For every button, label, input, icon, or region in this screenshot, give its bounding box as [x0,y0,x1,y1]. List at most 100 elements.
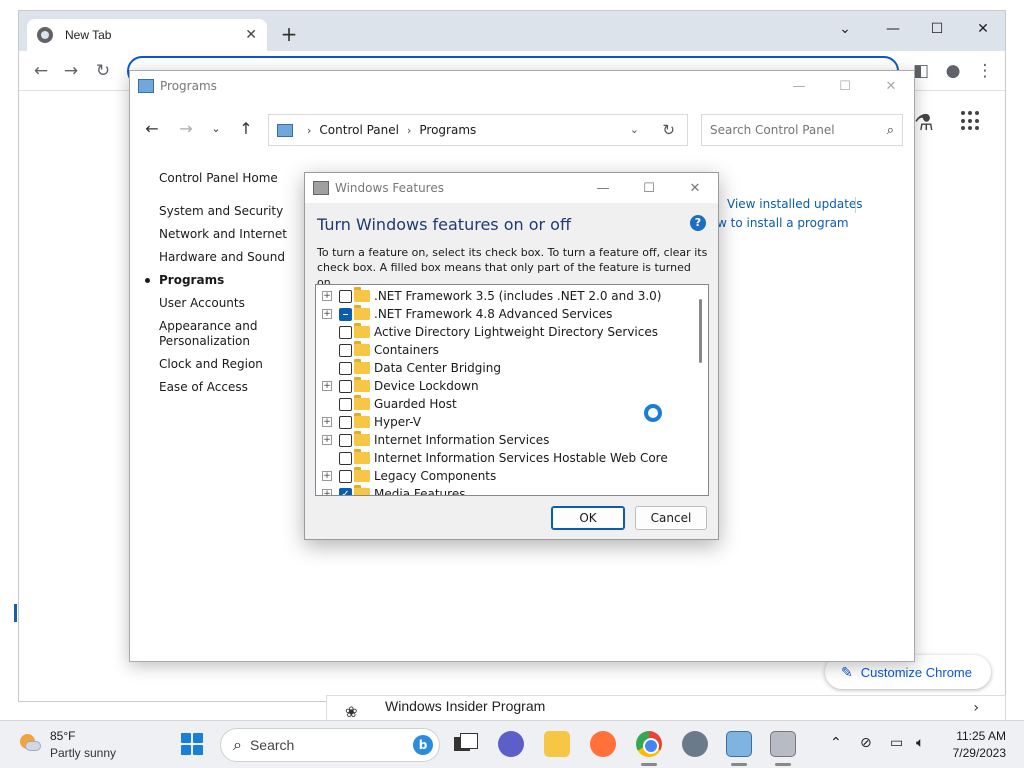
feature-row[interactable]: Guarded Host [316,395,690,413]
feature-checkbox[interactable] [339,451,352,465]
start-button[interactable] [181,733,203,755]
feature-checkbox[interactable] [339,361,352,375]
clock-date[interactable]: 7/29/2023 [946,746,1006,760]
cp-search-input[interactable] [710,123,887,137]
wf-minimize-button[interactable]: — [580,181,626,196]
tree-scrollbar[interactable] [699,299,702,363]
install-program-link[interactable]: w to install a program [717,216,849,230]
taskbar-search-box[interactable]: ⌕ Search b [220,728,440,762]
expand-plus-icon[interactable]: + [322,291,332,301]
sidebar-item-clock-region[interactable]: Clock and Region [159,357,309,372]
chrome-menu-icon[interactable]: ⋮ [973,59,997,83]
network-offline-icon[interactable]: ⊘ [860,735,872,751]
maximize-button[interactable]: ☐ [917,15,957,43]
apps-grid-icon[interactable] [961,111,981,131]
expand-plus-icon[interactable]: + [322,471,332,481]
feature-row[interactable]: Internet Information Services Hostable W… [316,449,690,467]
cp-maximize-button[interactable]: ☐ [822,79,868,94]
expand-plus-icon[interactable]: + [322,489,332,495]
new-tab-button[interactable]: + [277,23,301,47]
cp-minimize-button[interactable]: — [776,79,822,94]
task-view-icon[interactable] [452,731,478,757]
feature-row[interactable]: + Hyper-V [316,413,690,431]
close-window-button[interactable]: ✕ [963,15,1003,43]
feature-row[interactable]: + Internet Information Services [316,431,690,449]
tab-close-icon[interactable]: ✕ [245,27,257,43]
refresh-icon[interactable]: ↻ [662,121,675,139]
features-tree[interactable]: + .NET Framework 3.5 (includes .NET 2.0 a… [315,284,709,496]
sidebar-item-ease-of-access[interactable]: Ease of Access [159,380,309,395]
control-panel-taskbar-icon[interactable] [726,731,752,757]
cp-back-icon[interactable]: ← [142,119,162,138]
sidebar-item-home[interactable]: Control Panel Home [159,171,309,186]
labs-flask-icon[interactable]: ⚗ [914,111,934,136]
expand-plus-icon[interactable]: + [322,435,332,445]
minimize-button[interactable]: — [873,15,913,43]
expand-plus-icon[interactable]: + [322,381,332,391]
partly-sunny-icon[interactable] [18,732,42,756]
wf-close-button[interactable]: ✕ [672,181,718,196]
feature-checkbox[interactable] [339,289,352,303]
cp-forward-icon[interactable]: → [176,119,196,138]
feature-row[interactable]: Containers [316,341,690,359]
chevron-right-icon[interactable]: › [973,700,979,716]
feature-row[interactable]: + ✓ Media Features [316,485,690,495]
view-installed-updates-link[interactable]: View installed updates [727,197,863,211]
feature-row[interactable]: + Device Lockdown [316,377,690,395]
feature-checkbox[interactable]: ✓ [339,487,352,495]
chrome-icon[interactable] [636,731,662,757]
cp-search-box[interactable]: ⌕ [701,114,903,146]
volume-icon[interactable]: 🔈︎ [916,735,924,751]
feature-checkbox[interactable] [339,325,352,339]
feature-checkbox[interactable] [339,379,352,393]
address-dropdown-icon[interactable]: ⌄ [630,123,639,136]
search-icon[interactable]: ⌕ [887,123,894,138]
forward-button[interactable]: → [59,59,83,83]
sidebar-item-system-security[interactable]: System and Security [159,204,309,219]
help-icon[interactable]: ? [690,215,706,231]
tab-search-chevron-icon[interactable]: ⌄ [825,15,865,43]
sidebar-item-hardware[interactable]: Hardware and Sound [159,250,309,265]
feature-checkbox[interactable] [339,415,352,429]
feature-checkbox[interactable] [339,469,352,483]
feature-row[interactable]: + Legacy Components [316,467,690,485]
back-button[interactable]: ← [29,59,53,83]
clock-time[interactable]: 11:25 AM [946,729,1006,743]
cp-recent-chevron-icon[interactable]: ⌄ [206,122,226,135]
sidebar-item-user-accounts[interactable]: User Accounts [159,296,309,311]
bing-icon[interactable]: b [413,735,433,755]
cp-address-bar[interactable]: › Control Panel › Programs ⌄ ↻ [268,114,688,146]
reload-button[interactable]: ↻ [91,59,115,83]
expand-plus-icon[interactable]: + [322,417,332,427]
sidebar-item-programs[interactable]: Programs [145,273,309,288]
feature-row[interactable]: Active Directory Lightweight Directory S… [316,323,690,341]
feature-row[interactable]: Data Center Bridging [316,359,690,377]
file-explorer-icon[interactable] [544,731,570,757]
display-icon[interactable]: ▭ [890,735,903,751]
windows-features-taskbar-icon[interactable] [770,731,796,757]
chat-icon[interactable] [498,731,524,757]
cp-close-button[interactable]: ✕ [868,79,914,94]
feature-checkbox[interactable] [339,433,352,447]
feature-checkbox[interactable] [339,343,352,357]
firefox-icon[interactable] [590,731,616,757]
ok-button[interactable]: OK [551,506,625,530]
feature-row[interactable]: + .NET Framework 4.8 Advanced Services [316,305,690,323]
feature-checkbox[interactable] [339,307,352,321]
feature-checkbox[interactable] [339,397,352,411]
settings-gear-icon[interactable] [682,731,708,757]
cp-up-icon[interactable]: ↑ [236,119,256,138]
profile-avatar-icon[interactable]: ● [941,59,965,83]
tab-new-tab[interactable]: New Tab ✕ [27,19,267,51]
sidebar-item-network[interactable]: Network and Internet [159,227,309,242]
windows-insider-card[interactable]: ❀ Windows Insider Program › [326,695,1006,721]
weather-description[interactable]: Partly sunny [50,746,116,760]
sidebar-item-appearance[interactable]: Appearance and Personalization [159,319,259,349]
show-hidden-icons-chevron-icon[interactable]: ⌃ [830,735,842,751]
breadcrumb-programs[interactable]: Programs [419,123,476,137]
expand-plus-icon[interactable]: + [322,309,332,319]
feature-row[interactable]: + .NET Framework 3.5 (includes .NET 2.0 a… [316,287,690,305]
breadcrumb-control-panel[interactable]: Control Panel [319,123,399,137]
weather-temperature[interactable]: 85°F [50,729,75,743]
cancel-button[interactable]: Cancel [635,506,707,530]
